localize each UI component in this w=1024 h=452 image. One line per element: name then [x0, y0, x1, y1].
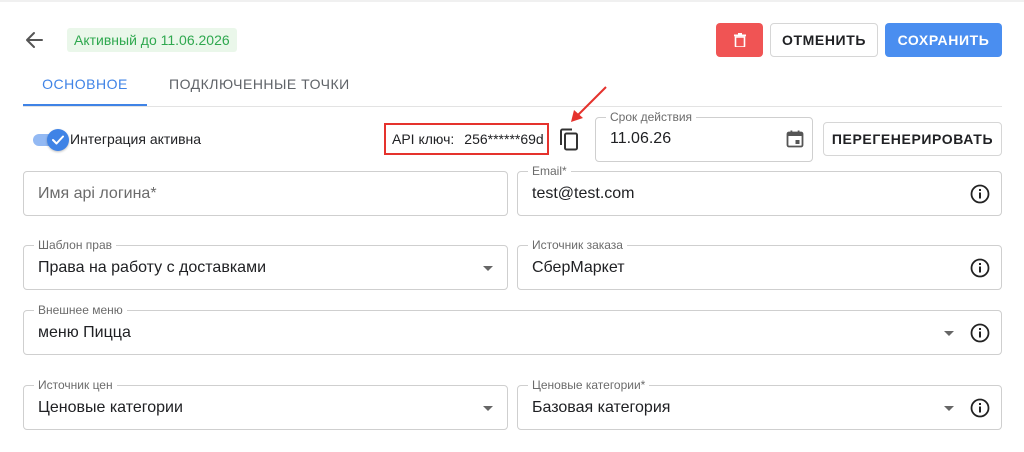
expiry-date-value: 11.06.26 — [610, 130, 672, 147]
delete-button[interactable] — [716, 23, 763, 57]
rights-template-value: Права на работу с доставками — [38, 259, 267, 276]
api-key-label: API ключ: — [392, 131, 455, 147]
copy-api-key-button[interactable] — [557, 127, 581, 153]
rights-template-label: Шаблон прав — [34, 238, 116, 252]
api-key-display: API ключ: 256******69d — [384, 123, 549, 155]
external-menu-value: меню Пицца — [38, 324, 131, 341]
order-source-value: СберМаркет — [532, 259, 625, 276]
copy-icon — [560, 128, 578, 151]
price-categories-select[interactable]: Ценовые категории* Базовая категория — [517, 378, 1002, 430]
tabs-divider — [23, 106, 1002, 107]
arrow-left-icon — [26, 32, 43, 48]
calendar-icon[interactable] — [785, 129, 805, 149]
external-menu-label: Внешнее меню — [34, 303, 127, 317]
top-border — [0, 0, 1024, 2]
expiry-date-field[interactable]: Срок действия 11.06.26 — [595, 110, 813, 162]
chevron-down-icon[interactable] — [944, 331, 954, 336]
api-login-field[interactable]: Имя api логина* — [23, 171, 508, 216]
check-icon — [52, 135, 64, 145]
email-label: Email* — [528, 164, 571, 178]
tab-connected-points[interactable]: ПОДКЛЮЧЕННЫЕ ТОЧКИ — [169, 76, 350, 92]
price-categories-label: Ценовые категории* — [528, 378, 650, 392]
status-badge: Активный до 11.06.2026 — [67, 28, 237, 52]
order-source-field[interactable]: Источник заказа СберМаркет — [517, 238, 1002, 290]
toggle-knob — [47, 129, 69, 151]
chevron-down-icon[interactable] — [944, 406, 954, 411]
chevron-down-icon[interactable] — [483, 406, 493, 411]
price-source-label: Источник цен — [34, 378, 117, 392]
expiry-date-label: Срок действия — [606, 110, 697, 124]
save-button[interactable]: СОХРАНИТЬ — [885, 23, 1002, 57]
price-categories-value: Базовая категория — [532, 399, 671, 416]
email-value: test@test.com — [532, 185, 635, 202]
info-icon[interactable] — [970, 323, 990, 343]
email-field[interactable]: Email* test@test.com — [517, 164, 1002, 216]
tab-main[interactable]: ОСНОВНОЕ — [23, 76, 147, 92]
integration-toggle-label: Интеграция активна — [70, 131, 202, 147]
back-button[interactable] — [20, 26, 48, 54]
order-source-label: Источник заказа — [528, 238, 627, 252]
rights-template-select[interactable]: Шаблон прав Права на работу с доставками — [23, 238, 508, 290]
api-key-value: 256******69d — [464, 131, 544, 147]
info-icon[interactable] — [970, 398, 990, 418]
price-source-select[interactable]: Источник цен Ценовые категории — [23, 378, 508, 430]
cancel-button[interactable]: ОТМЕНИТЬ — [770, 23, 878, 57]
integration-toggle[interactable] — [33, 129, 69, 151]
regenerate-button[interactable]: ПЕРЕГЕНЕРИРОВАТЬ — [823, 122, 1002, 156]
info-icon[interactable] — [970, 184, 990, 204]
info-icon[interactable] — [970, 258, 990, 278]
external-menu-select[interactable]: Внешнее меню меню Пицца — [23, 303, 1002, 355]
trash-icon — [733, 33, 746, 47]
api-login-placeholder: Имя api логина* — [38, 185, 157, 202]
price-source-value: Ценовые категории — [38, 399, 183, 416]
chevron-down-icon[interactable] — [483, 266, 493, 271]
